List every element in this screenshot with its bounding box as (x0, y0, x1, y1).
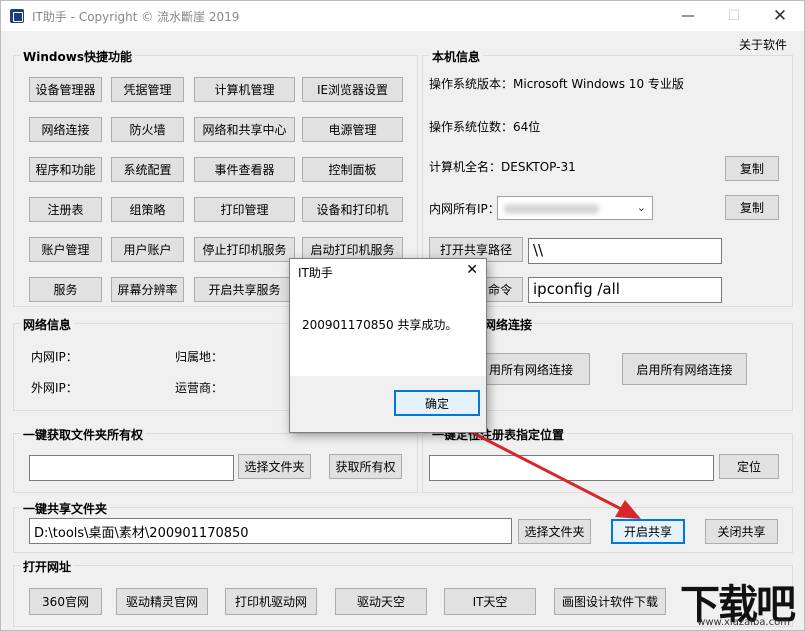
get-ownership-button[interactable]: 获取所有权 (329, 454, 402, 479)
device-manager-button[interactable]: 设备管理器 (29, 77, 102, 102)
print-management-button[interactable]: 打印管理 (194, 197, 295, 222)
stop-print-service-button[interactable]: 停止打印机服务 (194, 237, 295, 262)
group-label: Windows快捷功能 (20, 48, 135, 65)
start-share-button[interactable]: 开启共享 (611, 519, 685, 544)
share-path-input[interactable]: \\ (528, 238, 722, 264)
computer-management-button[interactable]: 计算机管理 (194, 77, 295, 102)
ie-settings-button[interactable]: IE浏览器设置 (302, 77, 403, 102)
group-policy-button[interactable]: 组策略 (111, 197, 184, 222)
group-label: 一键共享文件夹 (20, 500, 111, 517)
message-dialog: IT助手 ✕ 200901170850 共享成功。 确定 (289, 258, 487, 433)
start-share-service-button[interactable]: 开启共享服务 (194, 277, 295, 302)
user-accounts-button[interactable]: 用户账户 (111, 237, 184, 262)
wan-ip-info-label: 外网IP： (31, 381, 78, 395)
group-label: 一键获取文件夹所有权 (20, 426, 147, 443)
chevron-down-icon: ⌄ (636, 201, 646, 214)
devices-printers-button[interactable]: 设备和打印机 (302, 197, 403, 222)
network-connections-button[interactable]: 网络连接 (29, 117, 102, 142)
url-design-software-button[interactable]: 画图设计软件下载 (554, 588, 666, 615)
maximize-icon: ☐ (727, 8, 741, 24)
url-it-sky-button[interactable]: IT天空 (444, 588, 536, 615)
firewall-button[interactable]: 防火墙 (111, 117, 184, 142)
dialog-message: 200901170850 共享成功。 (302, 318, 458, 332)
power-management-button[interactable]: 电源管理 (302, 117, 403, 142)
os-bits-text: 操作系统位数：64位 (429, 120, 541, 134)
watermark-url: www.xiazaiba.com (697, 617, 790, 628)
programs-features-button[interactable]: 程序和功能 (29, 157, 102, 182)
dialog-ok-button[interactable]: 确定 (394, 390, 480, 416)
event-viewer-button[interactable]: 事件查看器 (194, 157, 295, 182)
network-sharing-center-button[interactable]: 网络和共享中心 (194, 117, 295, 142)
lan-ip-dropdown[interactable]: ⌄ (497, 196, 653, 220)
minimize-icon[interactable]: — (665, 1, 711, 31)
app-icon (10, 9, 24, 23)
system-config-button[interactable]: 系统配置 (111, 157, 184, 182)
lan-ip-label: 内网所有IP： (429, 202, 500, 216)
disable-all-network-button[interactable]: 用所有网络连接 (469, 353, 590, 385)
dialog-close-icon[interactable]: ✕ (466, 262, 478, 278)
location-label: 归属地： (175, 350, 224, 364)
window-title: IT助手 - Copyright © 流水斷崖 2019 (32, 10, 240, 24)
folder-owner-path-input[interactable] (29, 455, 234, 481)
copy-ip-button[interactable]: 复制 (725, 195, 779, 220)
select-folder-owner-button[interactable]: 选择文件夹 (238, 454, 311, 479)
main-window: IT助手 - Copyright © 流水斷崖 2019 — ☐ ✕ 关于软件 … (0, 0, 805, 631)
credential-manager-button[interactable]: 凭据管理 (111, 77, 184, 102)
watermark: 下载吧 www.xiazaiba.com (662, 568, 800, 630)
group-label: 网络连接 (481, 316, 536, 333)
blurred-ip (504, 204, 599, 214)
locate-registry-button[interactable]: 定位 (719, 454, 779, 479)
url-360-button[interactable]: 360官网 (29, 588, 102, 615)
dialog-footer: 确定 (290, 376, 486, 432)
group-label: 网络信息 (20, 316, 75, 333)
select-share-folder-button[interactable]: 选择文件夹 (518, 519, 591, 544)
services-button[interactable]: 服务 (29, 277, 102, 302)
screen-resolution-button[interactable]: 屏幕分辨率 (111, 277, 184, 302)
about-menu[interactable]: 关于软件 (739, 36, 787, 53)
computer-name-text: 计算机全名：DESKTOP-31 (429, 160, 576, 174)
close-icon[interactable]: ✕ (757, 1, 803, 31)
stop-share-button[interactable]: 关闭共享 (705, 519, 778, 544)
url-drivergenius-button[interactable]: 驱动精灵官网 (116, 588, 208, 615)
group-label: 打开网址 (20, 558, 75, 575)
url-printer-driver-button[interactable]: 打印机驱动网 (225, 588, 317, 615)
group-label: 本机信息 (429, 48, 484, 65)
isp-label: 运营商： (175, 381, 224, 395)
title-bar: IT助手 - Copyright © 流水斷崖 2019 — ☐ ✕ (1, 1, 804, 31)
dialog-title: IT助手 (298, 266, 333, 280)
registry-path-input[interactable] (429, 455, 714, 481)
control-panel-button[interactable]: 控制面板 (302, 157, 403, 182)
share-folder-path-input[interactable]: D:\tools\桌面\素材\200901170850 (29, 518, 512, 544)
os-version-text: 操作系统版本：Microsoft Windows 10 专业版 (429, 77, 684, 91)
registry-button[interactable]: 注册表 (29, 197, 102, 222)
copy-computer-name-button[interactable]: 复制 (725, 156, 779, 181)
command-input[interactable]: ipconfig /all (528, 277, 722, 303)
lan-ip-info-label: 内网IP： (31, 350, 78, 364)
url-driver-sky-button[interactable]: 驱动天空 (335, 588, 427, 615)
enable-all-network-button[interactable]: 启用所有网络连接 (622, 353, 747, 385)
account-management-button[interactable]: 账户管理 (29, 237, 102, 262)
